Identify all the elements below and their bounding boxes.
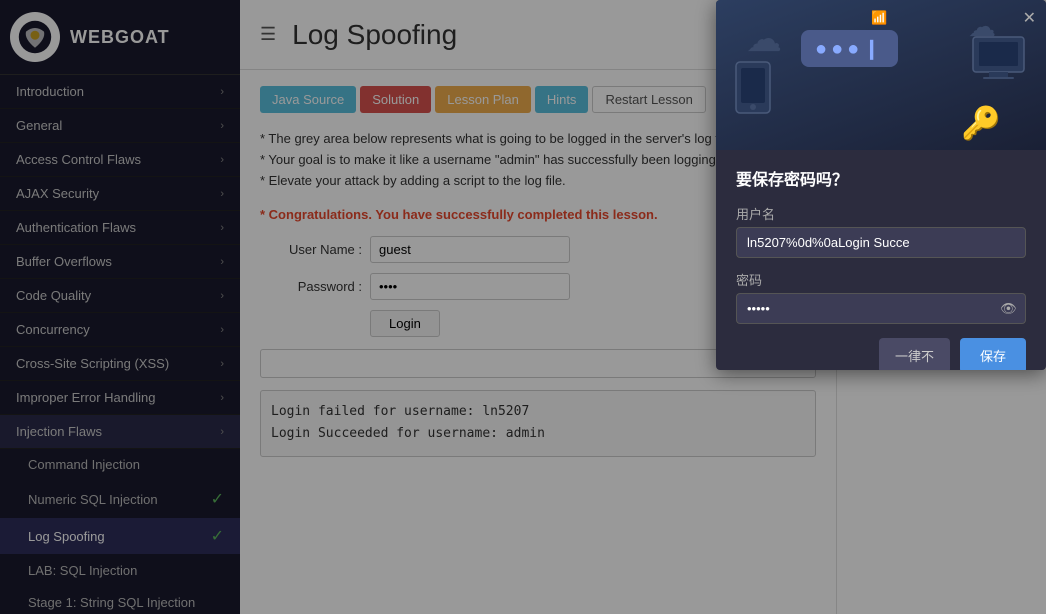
dialog-title: 要保存密码吗？	[736, 166, 1026, 190]
dialog-username-field: 用户名	[736, 204, 1026, 258]
dialog-password-wrap: 👁	[736, 293, 1026, 324]
password-visibility-button[interactable]: 👁	[992, 293, 1026, 324]
dialog-close-button[interactable]: ✕	[1023, 8, 1036, 28]
dialog-cancel-button[interactable]: 一律不	[879, 338, 950, 370]
monitor-icon	[971, 35, 1026, 83]
cloud-left-icon: ☁	[746, 18, 782, 60]
dialog-password-field: 密码 👁	[736, 270, 1026, 324]
dialog-password-label: 密码	[736, 270, 1026, 289]
signal-icon: 📶	[871, 10, 887, 26]
dialog-username-label: 用户名	[736, 204, 1026, 223]
password-stars: ●●●❙	[815, 36, 884, 61]
dialog-password-input[interactable]	[736, 293, 992, 324]
phone-icon	[734, 60, 772, 118]
password-dialog: ✕ ☁ ☁ 📶 ●●●❙	[716, 0, 1046, 370]
dialog-save-button[interactable]: 保存	[960, 338, 1026, 370]
key-icon: 🔑	[961, 104, 1001, 142]
password-box: ●●●❙	[801, 30, 898, 67]
dialog-body: 要保存密码吗？ 用户名 密码 👁 一律不 保存	[716, 150, 1046, 370]
dialog-actions: 一律不 保存	[736, 338, 1026, 370]
dialog-illustration: ☁ ☁ 📶 ●●●❙ 🔑	[716, 0, 1046, 150]
dialog-username-input[interactable]	[736, 227, 1026, 258]
